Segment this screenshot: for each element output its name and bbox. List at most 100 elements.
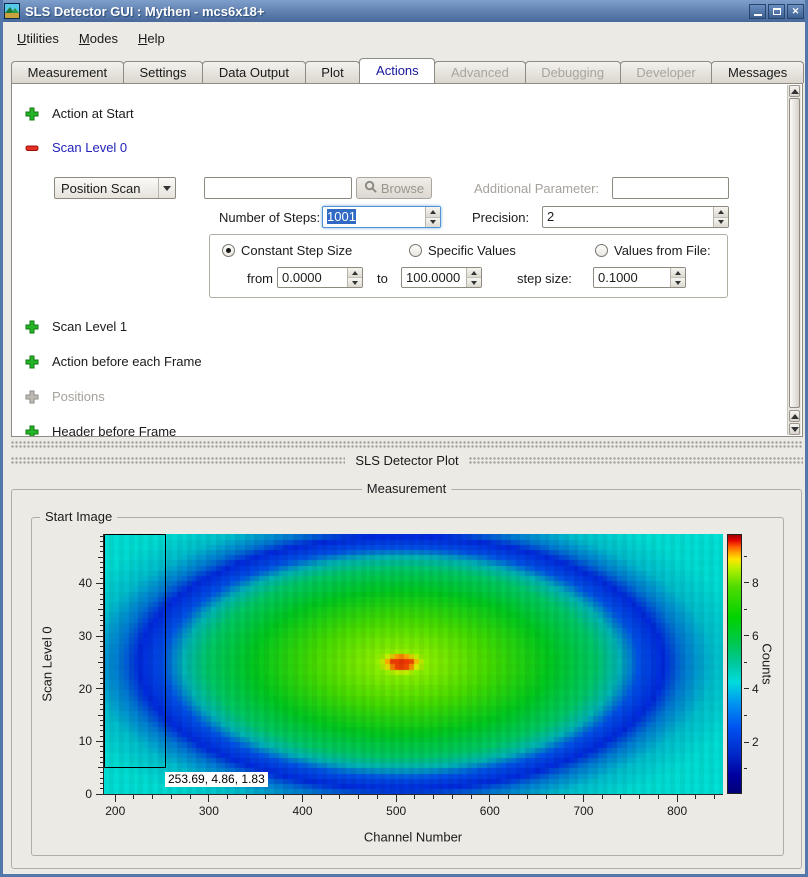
specific-values-radio[interactable] (409, 244, 422, 257)
scan-file-input[interactable] (204, 177, 352, 199)
heatmap-canvas[interactable] (104, 534, 723, 794)
y-minor-tick (100, 788, 103, 789)
spin-down-icon[interactable] (714, 218, 728, 228)
tab-settings[interactable]: Settings (123, 61, 203, 83)
start-image-group: Start Image Scan Level 0 Counts Channel … (31, 517, 784, 856)
expand-plus-icon[interactable] (24, 106, 40, 122)
menu-modes[interactable]: Modes (71, 28, 126, 49)
x-minor-tick (246, 795, 247, 799)
spin-down-icon[interactable] (348, 278, 362, 287)
spin-up-icon[interactable] (714, 207, 728, 218)
spin-down-icon[interactable] (467, 278, 481, 287)
colorbar-minor-tick (744, 768, 747, 769)
colorbar-minor-tick (744, 609, 747, 610)
scan-level-0-label: Scan Level 0 (52, 140, 127, 155)
x-tick-label: 400 (285, 804, 321, 818)
x-tick (115, 795, 116, 802)
y-minor-tick (98, 557, 103, 558)
y-tick (96, 636, 103, 637)
scan-level-1-row[interactable]: Scan Level 1 (24, 318, 127, 335)
vertical-scrollbar[interactable] (787, 85, 801, 435)
header-before-frame-row[interactable]: Header before Frame (24, 423, 176, 437)
y-minor-tick (100, 641, 103, 642)
expand-plus-icon-disabled (24, 389, 40, 405)
arrow-up-icon (791, 414, 799, 419)
tab-plot[interactable]: Plot (305, 61, 361, 83)
step-size-spinbox[interactable]: 0.1000 (593, 267, 686, 288)
tab-data-output[interactable]: Data Output (202, 61, 305, 83)
scroll-up-button[interactable] (789, 85, 800, 97)
x-minor-tick (414, 795, 415, 799)
x-tick (302, 795, 303, 802)
from-label: from (247, 270, 273, 287)
arrow-up-icon (791, 89, 799, 94)
splitter-handle[interactable] (11, 441, 803, 449)
header-before-frame-label: Header before Frame (52, 424, 176, 437)
x-tick-label: 300 (191, 804, 227, 818)
y-minor-tick (100, 709, 103, 710)
spin-up-icon[interactable] (348, 268, 362, 278)
positions-row: Positions (24, 388, 105, 405)
menu-utilities[interactable]: Utilities (9, 28, 67, 49)
number-of-steps-spinbox[interactable]: 1001 (322, 206, 441, 228)
additional-parameter-input[interactable] (612, 177, 729, 199)
scroll-down-button[interactable] (789, 423, 800, 435)
y-minor-tick (100, 672, 103, 673)
tab-actions[interactable]: Actions (359, 58, 435, 83)
colorbar-title: Counts (760, 643, 775, 684)
x-minor-tick (620, 795, 621, 799)
y-minor-tick (100, 541, 103, 542)
scroll-up-button-bottom[interactable] (789, 410, 800, 422)
arrow-down-icon (791, 427, 799, 432)
spin-up-icon[interactable] (426, 207, 440, 218)
minimize-button[interactable] (749, 4, 766, 19)
to-spinbox[interactable]: 100.0000 (401, 267, 482, 288)
spin-buttons[interactable] (347, 268, 362, 287)
constant-step-size-radio[interactable] (222, 244, 235, 257)
scan-level-0-row[interactable]: Scan Level 0 (24, 139, 127, 156)
y-minor-tick (100, 620, 103, 621)
expand-plus-icon[interactable] (24, 354, 40, 370)
action-before-each-frame-row[interactable]: Action before each Frame (24, 353, 202, 370)
x-tick-label: 600 (472, 804, 508, 818)
tab-measurement[interactable]: Measurement (11, 61, 124, 83)
spin-buttons[interactable] (713, 207, 728, 227)
menu-help[interactable]: Help (130, 28, 173, 49)
values-from-file-radio[interactable] (595, 244, 608, 257)
close-button[interactable]: ✕ (787, 4, 804, 19)
spin-down-icon[interactable] (426, 218, 440, 228)
spin-up-icon[interactable] (671, 268, 685, 278)
y-tick (96, 688, 103, 689)
spin-up-icon[interactable] (467, 268, 481, 278)
x-minor-tick (339, 795, 340, 799)
chevron-down-icon[interactable] (158, 178, 175, 198)
colorbar-tick (744, 688, 749, 689)
spin-buttons[interactable] (466, 268, 481, 287)
x-tick (208, 795, 209, 802)
expand-plus-icon[interactable] (24, 424, 40, 438)
tab-messages[interactable]: Messages (711, 61, 804, 83)
measurement-group-title: Measurement (362, 481, 451, 497)
step-size-value: 0.1000 (594, 268, 670, 287)
precision-spinbox[interactable]: 2 (542, 206, 729, 228)
y-minor-tick (100, 615, 103, 616)
menubar: Utilities Modes Help (3, 25, 805, 51)
action-at-start-row[interactable]: Action at Start (24, 105, 134, 122)
maximize-button[interactable] (768, 4, 785, 19)
scan-mode-select[interactable]: Position Scan (54, 177, 176, 199)
x-minor-tick (133, 795, 134, 799)
spin-down-icon[interactable] (671, 278, 685, 287)
spin-buttons[interactable] (670, 268, 685, 287)
maximize-icon (773, 8, 781, 15)
x-minor-tick (508, 795, 509, 799)
y-minor-tick (100, 604, 103, 605)
from-spinbox[interactable]: 0.0000 (277, 267, 363, 288)
spin-buttons[interactable] (425, 207, 440, 227)
collapse-minus-icon[interactable] (24, 140, 40, 156)
x-minor-tick (639, 795, 640, 799)
dock-titlebar[interactable]: SLS Detector Plot (11, 453, 803, 468)
scrollbar-thumb[interactable] (789, 98, 800, 408)
y-tick-label: 0 (64, 787, 92, 801)
expand-plus-icon[interactable] (24, 319, 40, 335)
app-icon (4, 3, 20, 19)
